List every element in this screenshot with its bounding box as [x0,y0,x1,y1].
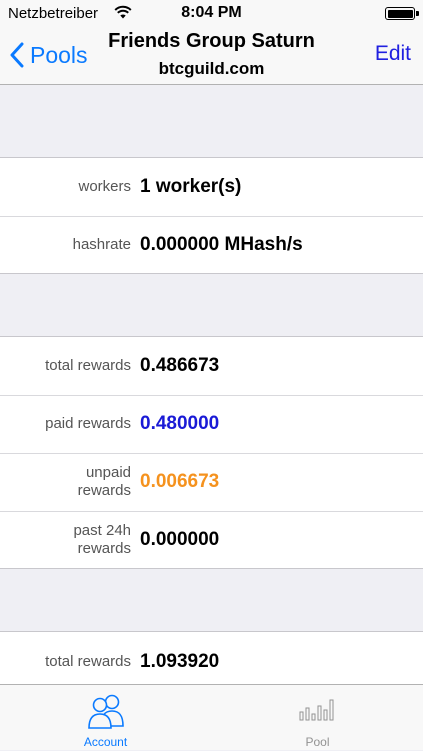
row-label: total rewards [45,653,131,670]
page-subtitle: btcguild.com [158,59,265,78]
list-item: paid rewards 0.480000 [0,395,423,453]
workers-section: workers 1 worker(s) hashrate 0.000000 MH… [0,157,423,274]
row-value: 0.000000 MHash/s [140,234,303,255]
row-value: 1 worker(s) [140,176,242,197]
list-item: total rewards 1.093920 [0,632,423,692]
status-time: 8:04 PM [181,4,242,21]
battery-icon [385,7,419,20]
page-title: Friends Group Saturn [108,30,315,52]
tab-pool-label: Pool [305,735,330,749]
row-value-unpaid: 0.006673 [140,471,220,492]
status-bar: Netzbetreiber 8:04 PM [0,0,423,28]
list-item: hashrate 0.000000 MHash/s [0,216,423,274]
row-label: unpaid rewards [77,464,131,499]
row-label: past 24h rewards [73,522,131,557]
pool-section: total rewards 1.093920 [0,631,423,684]
row-label: paid rewards [45,415,131,432]
row-label: workers [78,178,131,195]
list-item: total rewards 0.486673 [0,337,423,395]
pool-chart-icon [212,699,423,721]
navigation-bar: Pools Friends Group Saturn btcguild.com … [0,28,423,85]
list-item: past 24h rewards 0.000000 [0,511,423,569]
row-value: 0.486673 [140,355,220,376]
tab-account[interactable]: Account [0,685,211,751]
account-icon [0,693,211,729]
row-value-paid: 0.480000 [140,413,220,434]
row-label: total rewards [45,357,131,374]
list-item: workers 1 worker(s) [0,158,423,216]
row-value: 0.000000 [140,529,220,550]
edit-button[interactable]: Edit [375,42,411,66]
tab-account-label: Account [83,735,128,749]
list-item: unpaid rewards 0.006673 [0,453,423,511]
tab-bar: Account Pool [0,684,423,750]
row-value: 1.093920 [140,651,220,672]
rewards-section: total rewards 0.486673 paid rewards 0.48… [0,336,423,569]
row-label: hashrate [72,236,131,253]
tab-pool[interactable]: Pool [212,685,423,751]
